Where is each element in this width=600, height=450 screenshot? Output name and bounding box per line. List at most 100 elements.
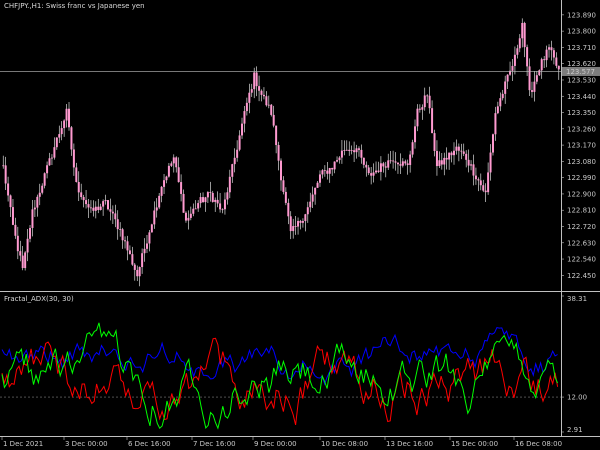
candle-body-52	[128, 250, 131, 255]
candle-body-221	[540, 59, 543, 71]
candle-body-95	[233, 157, 236, 165]
candle-body-141	[345, 149, 348, 151]
candle-body-189	[462, 151, 465, 154]
candle-body-144	[353, 150, 356, 153]
candle-body-143	[350, 150, 353, 152]
price-tick-label-6: 123.350	[567, 109, 596, 117]
candle-body-203	[496, 106, 499, 114]
symbol-title: CHFJPY.,H1: Swiss franc vs Japanese yen	[4, 2, 145, 10]
trading-chart[interactable]: CHFJPY.,H1: Swiss franc vs Japanese yen …	[0, 0, 600, 450]
time-tick-label-1: 3 Dec 00:00	[65, 440, 108, 448]
candle-body-125	[306, 207, 309, 215]
candle-body-192	[470, 164, 473, 166]
candle-body-110	[270, 104, 273, 115]
candle-body-72	[177, 167, 180, 183]
candle-body-24	[60, 128, 63, 135]
candle-body-225	[550, 47, 553, 51]
candle-body-147	[360, 149, 363, 158]
candle-body-105	[258, 86, 261, 91]
candle-body-177	[433, 133, 436, 151]
price-tick-label-1: 123.800	[567, 28, 596, 36]
candle-body-137	[336, 160, 339, 162]
price-tick-label-11: 122.900	[567, 190, 596, 198]
candle-body-98	[241, 123, 244, 136]
candle-body-40	[99, 206, 102, 210]
candle-body-93	[228, 176, 231, 193]
candle-body-188	[460, 150, 463, 152]
candle-body-89	[219, 203, 222, 210]
candle-body-127	[311, 194, 314, 202]
candle-body-119	[292, 226, 295, 232]
candle-body-80	[197, 203, 200, 209]
candle-body-129	[316, 182, 319, 188]
candle-body-198	[484, 190, 487, 193]
candle-body-23	[58, 134, 61, 138]
candle-body-85	[209, 192, 212, 193]
price-tick-label-13: 122.720	[567, 223, 596, 231]
candle-body-16	[41, 185, 44, 193]
candle-body-84	[206, 192, 209, 198]
candle-body-135	[331, 167, 334, 170]
candle-body-133	[326, 170, 329, 174]
candle-body-8	[21, 255, 24, 269]
candle-body-27	[68, 108, 71, 128]
time-tick-label-5: 10 Dec 08:00	[321, 440, 368, 448]
candle-body-117	[287, 202, 290, 217]
candle-body-126	[309, 201, 312, 208]
candle-body-223	[545, 49, 548, 61]
candle-body-37	[92, 207, 95, 211]
candle-body-199	[487, 172, 490, 193]
candle-body-214	[523, 22, 526, 48]
candle-body-148	[362, 157, 365, 165]
indicator-tick-label-2: 2.91	[567, 426, 583, 434]
candle-body-33	[82, 197, 85, 201]
candle-body-193	[472, 164, 475, 176]
candle-body-170	[416, 108, 419, 127]
candle-body-167	[409, 154, 412, 165]
candle-body-102	[250, 89, 253, 93]
candle-body-14	[36, 196, 39, 208]
candle-body-54	[133, 264, 136, 270]
candle-body-31	[77, 182, 80, 193]
candle-body-164	[401, 161, 404, 166]
candle-body-70	[172, 157, 175, 164]
candle-body-103	[253, 72, 256, 90]
candle-body-83	[204, 197, 207, 203]
candle-body-28	[70, 127, 73, 150]
candle-body-50	[124, 240, 127, 242]
candle-body-166	[406, 163, 409, 165]
candle-body-210	[513, 54, 516, 66]
candle-body-81	[199, 197, 202, 204]
candle-body-112	[275, 125, 278, 146]
candle-body-217	[530, 90, 533, 92]
candle-body-6	[16, 235, 19, 252]
candle-body-92	[226, 192, 229, 200]
candle-body-106	[260, 90, 263, 95]
candle-body-162	[396, 162, 399, 165]
candle-body-179	[438, 160, 441, 167]
candle-body-107	[262, 94, 265, 97]
candle-body-99	[243, 111, 246, 124]
candle-body-87	[214, 199, 217, 202]
price-tick-label-5: 123.440	[567, 93, 596, 101]
candle-body-104	[255, 72, 258, 87]
candle-body-41	[102, 201, 105, 207]
candle-body-15	[38, 192, 41, 197]
candle-body-35	[87, 204, 90, 208]
candle-body-160	[392, 160, 395, 162]
candle-body-178	[435, 150, 438, 167]
candle-body-88	[216, 199, 219, 204]
price-tick-label-7: 123.260	[567, 125, 596, 133]
candle-body-57	[141, 253, 144, 268]
candle-body-213	[521, 22, 524, 39]
candle-body-209	[511, 65, 514, 71]
candle-body-49	[121, 229, 124, 241]
candle-body-182	[445, 157, 448, 160]
candle-body-169	[414, 126, 417, 143]
candle-body-18	[46, 165, 49, 174]
candle-body-29	[72, 149, 75, 168]
candle-body-173	[423, 95, 426, 108]
candle-body-2	[7, 183, 10, 196]
candle-body-215	[526, 47, 529, 67]
candle-body-34	[85, 200, 88, 205]
